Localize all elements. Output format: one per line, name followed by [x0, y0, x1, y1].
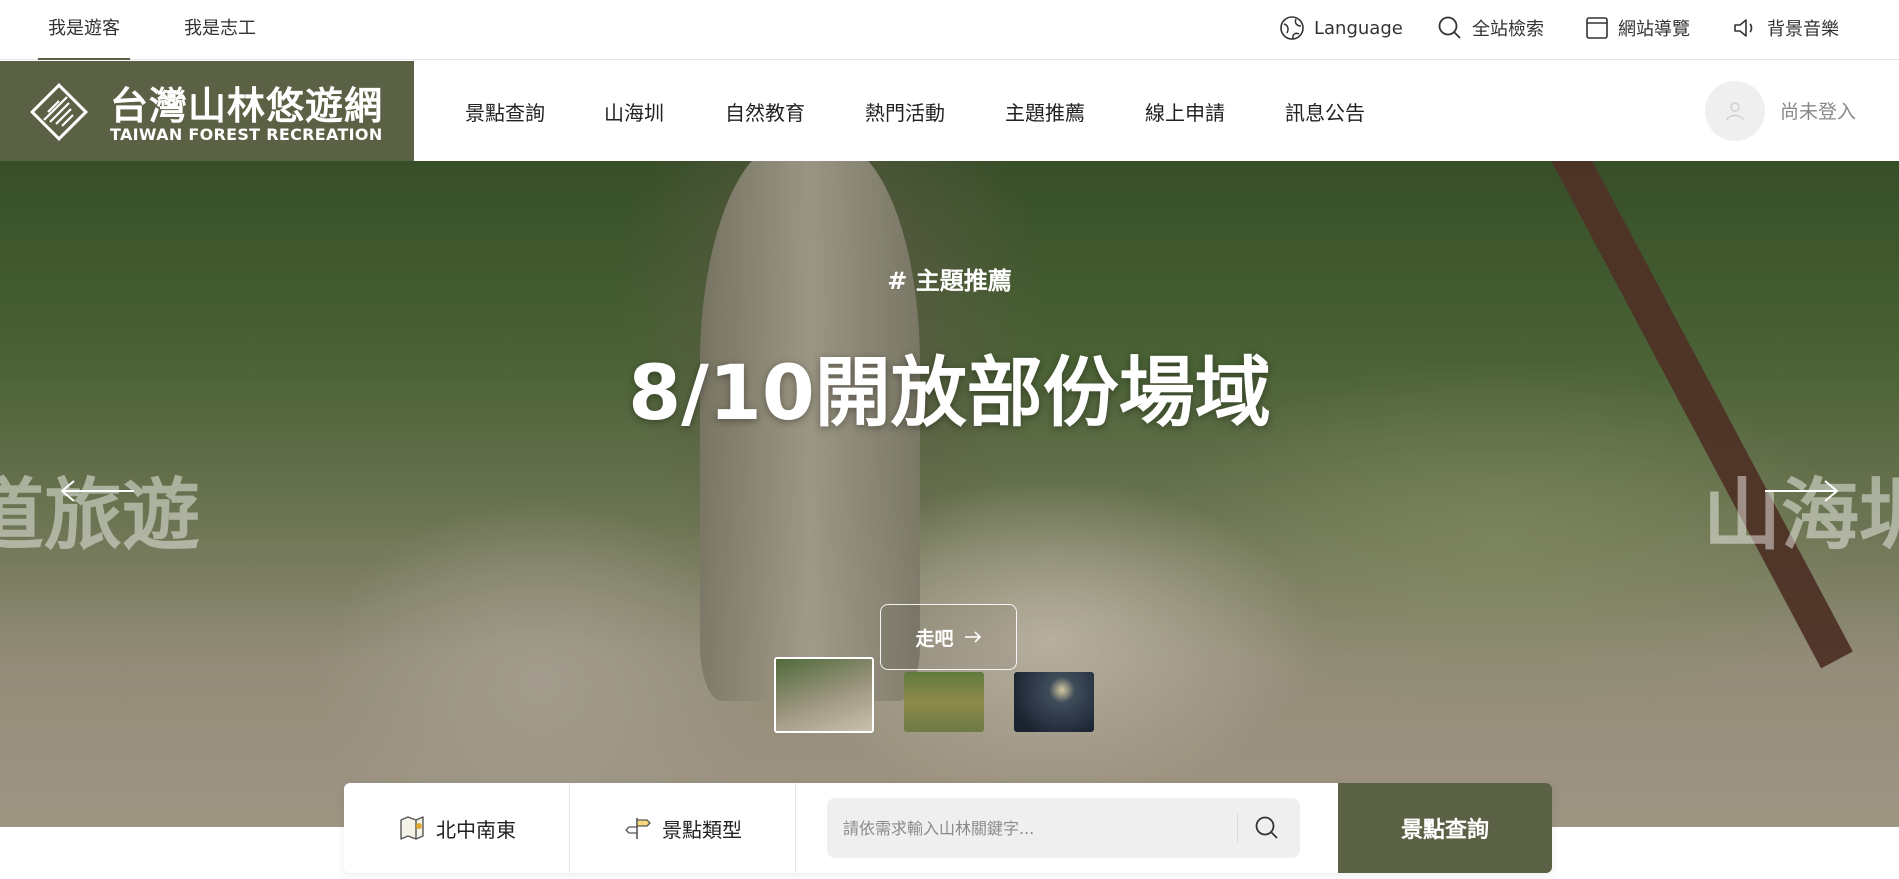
- sitemap-label: 網站導覽: [1618, 19, 1690, 40]
- next-slide-title: 山海圳: [1703, 471, 1899, 561]
- go-button-label: 走吧: [915, 627, 954, 650]
- region-filter[interactable]: 北中南東: [398, 783, 516, 873]
- nav-attractions[interactable]: 景點查詢: [465, 61, 545, 161]
- search-submit-button[interactable]: 景點查詢: [1338, 783, 1552, 873]
- arrow-right-small-icon: [964, 631, 981, 643]
- go-button[interactable]: 走吧: [880, 604, 1017, 670]
- logo-mark-icon: [30, 83, 88, 141]
- globe-icon: [1280, 16, 1304, 40]
- category-filter[interactable]: 景點類型: [624, 783, 742, 873]
- language-link[interactable]: Language: [1279, 0, 1403, 56]
- top-utility-bar: 我是遊客 我是志工 Language 全站檢索 網站導覽 背景音樂: [0, 0, 1899, 60]
- sitemap-link[interactable]: 網站導覽: [1585, 0, 1690, 56]
- search-icon: [1255, 816, 1278, 839]
- login-status[interactable]: 尚未登入: [1780, 97, 1856, 124]
- nav-nature-education[interactable]: 自然教育: [725, 61, 805, 161]
- music-toggle[interactable]: 背景音樂: [1732, 0, 1839, 56]
- slide-thumbnail-2[interactable]: [904, 672, 984, 732]
- brand-name-en: TAIWAN FOREST RECREATION: [110, 125, 383, 144]
- attraction-search-panel: 北中南東 景點類型 景點查詢: [344, 783, 1552, 873]
- nav-online-apply[interactable]: 線上申請: [1145, 61, 1225, 161]
- tab-visitor[interactable]: 我是遊客: [38, 0, 130, 60]
- region-filter-label: 北中南東: [436, 817, 516, 842]
- avatar[interactable]: [1705, 81, 1765, 141]
- keyword-search-box: [827, 798, 1300, 858]
- music-label: 背景音樂: [1767, 19, 1839, 40]
- hero-carousel: 道旅遊 山海圳 # 主題推薦 8/10開放部份場域 走吧: [0, 161, 1899, 827]
- sitemap-icon: [1586, 17, 1608, 39]
- language-label: Language: [1314, 17, 1403, 39]
- brand-name: 台灣山林悠遊網: [110, 84, 384, 128]
- hero-tag: # 主題推薦: [887, 267, 1012, 295]
- search-icon-button[interactable]: [1251, 812, 1283, 844]
- map-icon: [400, 816, 424, 840]
- nav-announcements[interactable]: 訊息公告: [1285, 61, 1365, 161]
- nav-mountain-sea-trail[interactable]: 山海圳: [604, 61, 664, 161]
- site-search-label: 全站檢索: [1472, 19, 1544, 40]
- hero-title: 8/10開放部份場域: [628, 348, 1271, 437]
- signpost-icon: [625, 818, 651, 839]
- slide-thumbnail-3[interactable]: [1014, 672, 1094, 732]
- prev-slide-title: 道旅遊: [0, 471, 201, 561]
- user-icon: [1726, 102, 1744, 121]
- category-filter-label: 景點類型: [662, 817, 742, 842]
- site-search-link[interactable]: 全站檢索: [1437, 0, 1544, 56]
- slide-thumbnail-1[interactable]: [774, 657, 874, 733]
- speaker-icon: [1734, 19, 1753, 37]
- search-input[interactable]: [827, 798, 1227, 858]
- nav-events[interactable]: 熱門活動: [865, 61, 945, 161]
- site-logo[interactable]: 台灣山林悠遊網 TAIWAN FOREST RECREATION: [0, 61, 414, 161]
- search-icon: [1438, 16, 1461, 39]
- arrow-left-icon[interactable]: [58, 479, 138, 503]
- arrow-right-icon[interactable]: [1761, 479, 1841, 503]
- nav-themes[interactable]: 主題推薦: [1005, 61, 1085, 161]
- tab-volunteer[interactable]: 我是志工: [174, 0, 266, 60]
